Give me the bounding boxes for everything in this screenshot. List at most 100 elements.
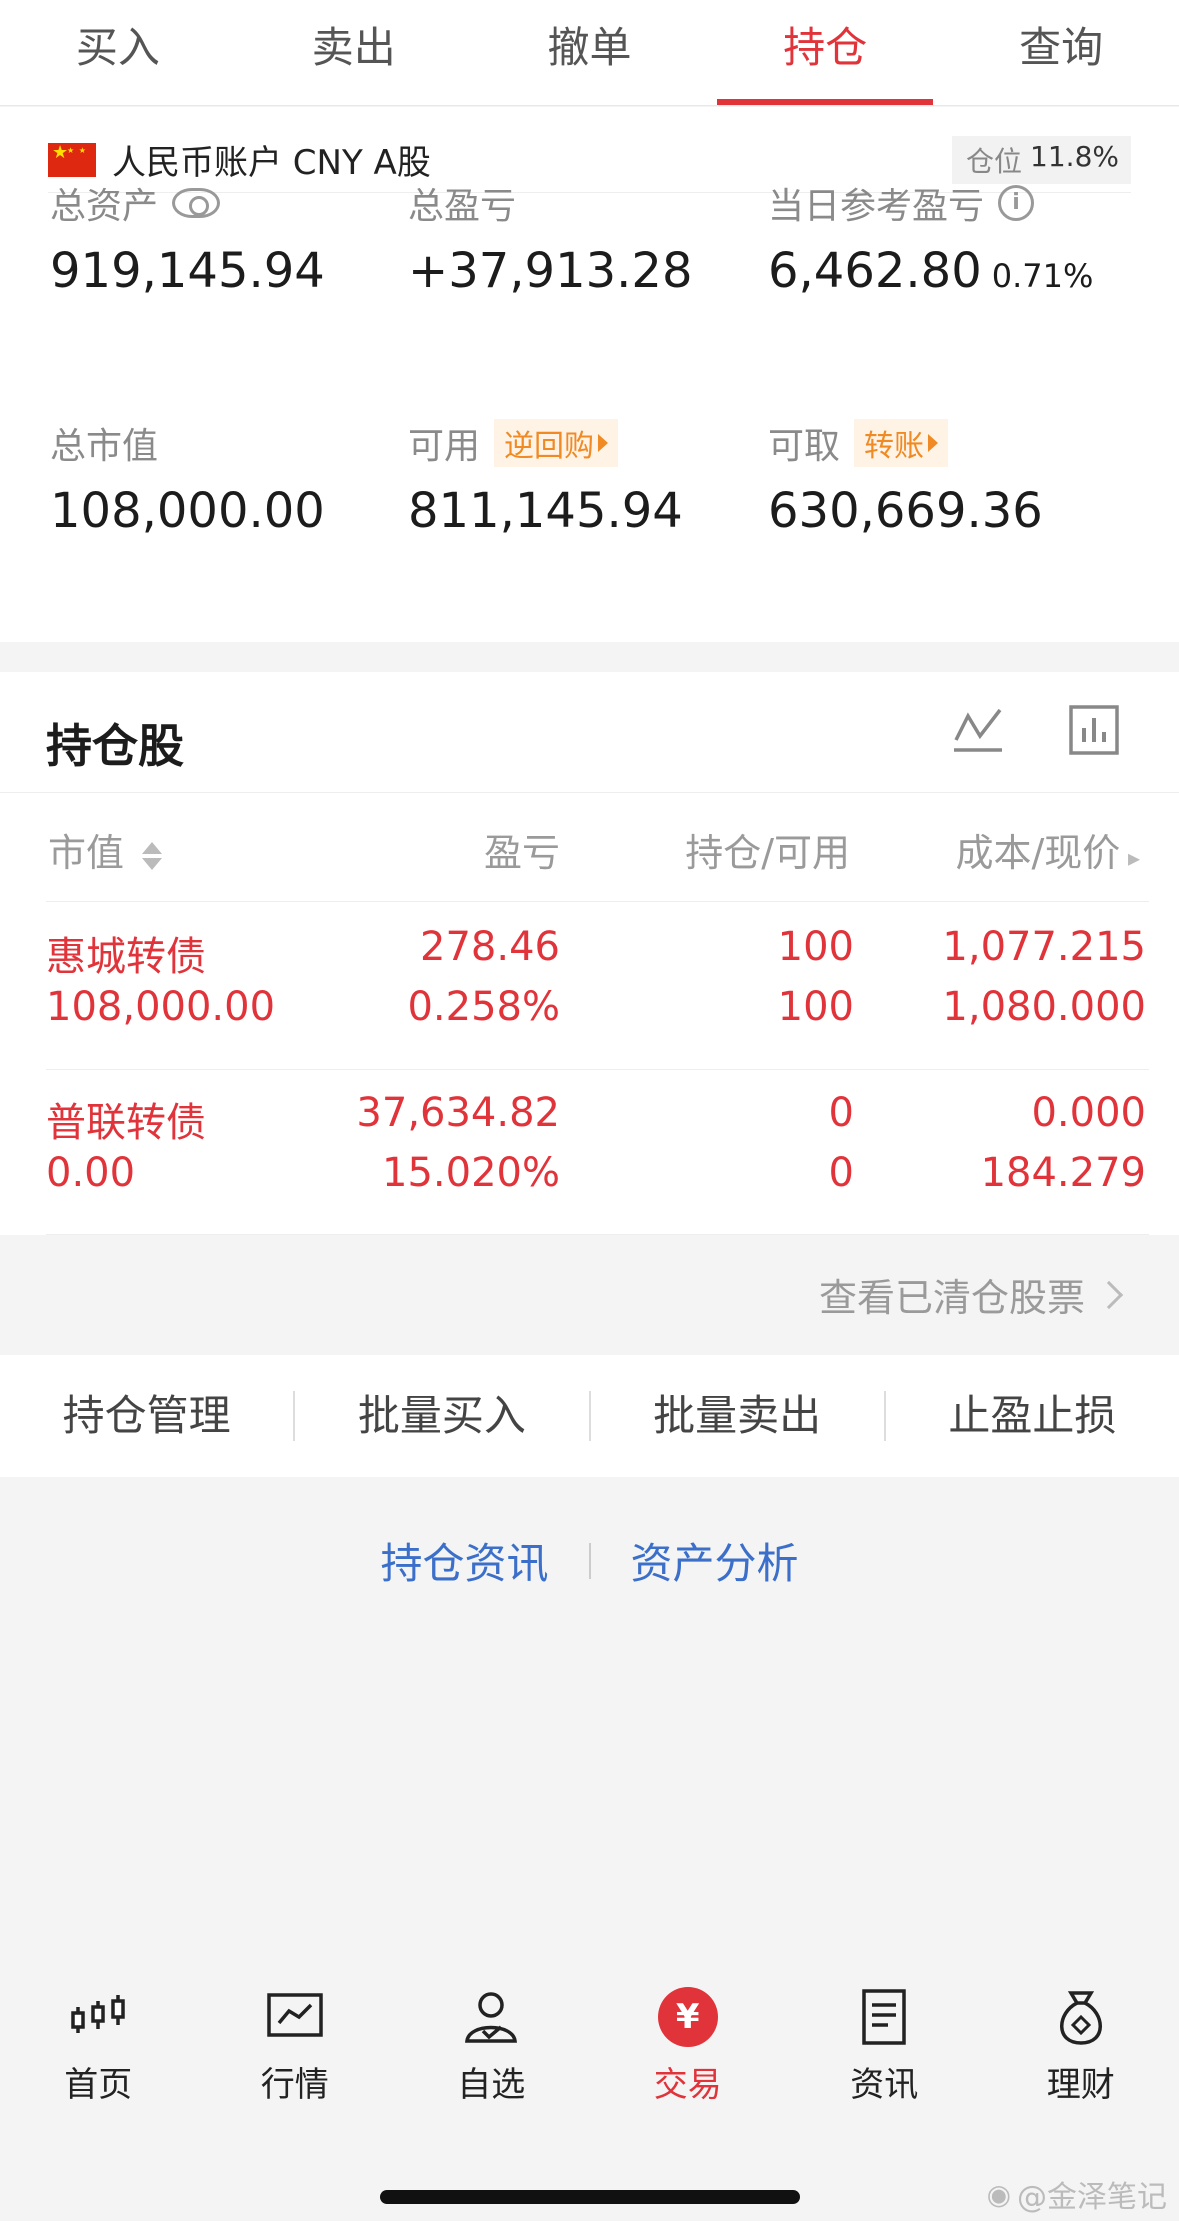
nav-market[interactable]: 行情 xyxy=(197,1985,394,2125)
line-chart-icon[interactable] xyxy=(952,704,1004,756)
nav-home-label: 首页 xyxy=(64,2065,133,2105)
triangle-right-icon xyxy=(928,434,939,452)
top-tab-bar: 买入 卖出 撤单 持仓 查询 xyxy=(0,0,1179,106)
cleared-section: 查看已清仓股票 xyxy=(0,1235,1179,1355)
nav-home[interactable]: 首页 xyxy=(0,1985,197,2125)
nav-news-label: 资讯 xyxy=(850,2065,919,2105)
withdrawable-label: 可取 xyxy=(768,426,841,467)
stock-price: 184.279 xyxy=(980,1150,1146,1196)
holdings-panel: 持仓股 市值 盈亏 持仓/可用 成本/现价 ▸ 惠城转债 108,000.00 … xyxy=(0,672,1179,1235)
transfer-button[interactable]: 转账 xyxy=(854,419,949,467)
bar-chart-icon[interactable] xyxy=(1068,704,1120,756)
watermark: ◉ @金泽笔记 xyxy=(987,2172,1167,2216)
column-pnl[interactable]: 盈亏 xyxy=(300,822,560,877)
stock-name: 普联转债 xyxy=(46,1100,206,1146)
info-links: 持仓资讯 资产分析 xyxy=(0,1530,1179,1591)
market-value-value: 108,000.00 xyxy=(50,483,325,539)
document-icon xyxy=(862,1989,906,2045)
stock-name: 惠城转债 xyxy=(46,934,206,980)
tab-cancel-order[interactable]: 撤单 xyxy=(472,0,708,105)
stock-pnl-percent: 15.020% xyxy=(382,1150,560,1196)
stock-cost: 0.000 xyxy=(1031,1090,1146,1136)
user-check-icon xyxy=(465,1992,518,2043)
view-cleared-stocks-label: 查看已清仓股票 xyxy=(818,1276,1085,1320)
daily-pnl-label: 当日参考盈亏 xyxy=(768,186,985,227)
tab-buy[interactable]: 买入 xyxy=(0,0,236,105)
stock-pnl-percent: 0.258% xyxy=(407,984,560,1030)
china-flag-icon xyxy=(48,142,96,177)
nav-trade[interactable]: ¥ 交易 xyxy=(590,1985,787,2125)
stock-pnl: 37,634.82 xyxy=(356,1090,560,1136)
daily-pnl-percent: 0.71% xyxy=(991,257,1094,295)
column-cost-price[interactable]: 成本/现价 ▸ xyxy=(880,822,1141,877)
nav-wealth-label: 理财 xyxy=(1046,2065,1115,2105)
position-news-link[interactable]: 持仓资讯 xyxy=(380,1530,548,1591)
position-ratio-label: 仓位 xyxy=(966,144,1023,178)
nav-market-label: 行情 xyxy=(260,2065,329,2105)
column-market-value[interactable]: 市值 xyxy=(48,822,163,877)
watermark-text: @金泽笔记 xyxy=(1017,2180,1167,2215)
money-bag-icon xyxy=(1059,1991,1102,2045)
triangle-right-icon xyxy=(598,434,609,452)
chevron-right-icon xyxy=(1094,1280,1124,1309)
column-cost-price-label: 成本/现价 xyxy=(955,831,1121,875)
chart-icon xyxy=(267,1993,323,2037)
total-assets-label: 总资产 xyxy=(50,186,159,227)
withdrawable-value: 630,669.36 xyxy=(768,483,1043,539)
nav-trade-label: 交易 xyxy=(653,2065,722,2105)
yen-icon: ¥ xyxy=(657,1987,718,2047)
stock-available: 100 xyxy=(777,984,854,1030)
nav-wealth[interactable]: 理财 xyxy=(983,1985,1179,2125)
bottom-nav: 首页 行情 自选 ¥ 交易 资讯 理财 xyxy=(0,1985,1179,2125)
divider xyxy=(588,1542,591,1579)
nav-watchlist-label: 自选 xyxy=(457,2065,526,2105)
total-pnl-value: +37,913.28 xyxy=(408,243,693,299)
action-bar: 持仓管理 批量买入 批量卖出 止盈止损 xyxy=(0,1355,1179,1477)
asset-analysis-link[interactable]: 资产分析 xyxy=(631,1530,799,1591)
tab-positions[interactable]: 持仓 xyxy=(707,0,943,105)
stock-market-value: 108,000.00 xyxy=(46,984,276,1030)
manage-positions-button[interactable]: 持仓管理 xyxy=(0,1391,296,1441)
transfer-label: 转账 xyxy=(864,429,925,464)
stock-position: 0 xyxy=(828,1090,854,1136)
info-icon[interactable]: i xyxy=(998,185,1035,221)
total-assets-value: 919,145.94 xyxy=(50,243,325,299)
stock-pnl: 278.46 xyxy=(420,924,560,970)
available-value: 811,145.94 xyxy=(408,483,683,539)
eye-icon[interactable] xyxy=(172,188,221,218)
home-indicator[interactable] xyxy=(380,2190,800,2204)
nav-news[interactable]: 资讯 xyxy=(786,1985,983,2125)
holdings-title: 持仓股 xyxy=(46,719,184,773)
triangle-right-icon: ▸ xyxy=(1120,844,1140,872)
weibo-icon: ◉ xyxy=(986,2177,1011,2211)
candlestick-icon xyxy=(71,1995,125,2033)
divider xyxy=(0,792,1179,793)
stock-market-value: 0.00 xyxy=(46,1150,136,1196)
view-cleared-stocks-link[interactable]: 查看已清仓股票 xyxy=(818,1267,1124,1322)
metric-total-assets: 总资产 919,145.94 xyxy=(50,177,325,299)
total-pnl-label: 总盈亏 xyxy=(408,186,517,227)
nav-watchlist[interactable]: 自选 xyxy=(393,1985,590,2125)
daily-pnl-value: 6,462.80 xyxy=(768,243,982,299)
divider xyxy=(46,901,1149,902)
account-summary: 人民币账户 CNY A股 仓位 11.8% 总资产 919,145.94 总盈亏… xyxy=(0,107,1179,642)
reverse-repo-button[interactable]: 逆回购 xyxy=(494,419,619,467)
batch-buy-button[interactable]: 批量买入 xyxy=(295,1391,591,1441)
column-market-value-label: 市值 xyxy=(48,831,125,875)
sort-icon xyxy=(142,841,163,870)
stock-available: 0 xyxy=(828,1150,854,1196)
market-value-label: 总市值 xyxy=(50,426,159,467)
metric-available: 可用 逆回购 811,145.94 xyxy=(408,417,683,539)
stock-price: 1,080.000 xyxy=(942,984,1146,1030)
metric-daily-pnl: 当日参考盈亏 i 6,462.80 0.71% xyxy=(768,177,1093,299)
stock-position: 100 xyxy=(777,924,854,970)
available-label: 可用 xyxy=(408,426,481,467)
tab-sell[interactable]: 卖出 xyxy=(236,0,472,105)
tab-query[interactable]: 查询 xyxy=(943,0,1179,105)
batch-sell-button[interactable]: 批量卖出 xyxy=(591,1391,886,1441)
stock-cost: 1,077.215 xyxy=(942,924,1146,970)
column-position[interactable]: 持仓/可用 xyxy=(600,822,850,877)
divider xyxy=(46,1069,1149,1070)
metric-withdrawable: 可取 转账 630,669.36 xyxy=(768,417,1043,539)
stop-profit-loss-button[interactable]: 止盈止损 xyxy=(886,1391,1179,1441)
